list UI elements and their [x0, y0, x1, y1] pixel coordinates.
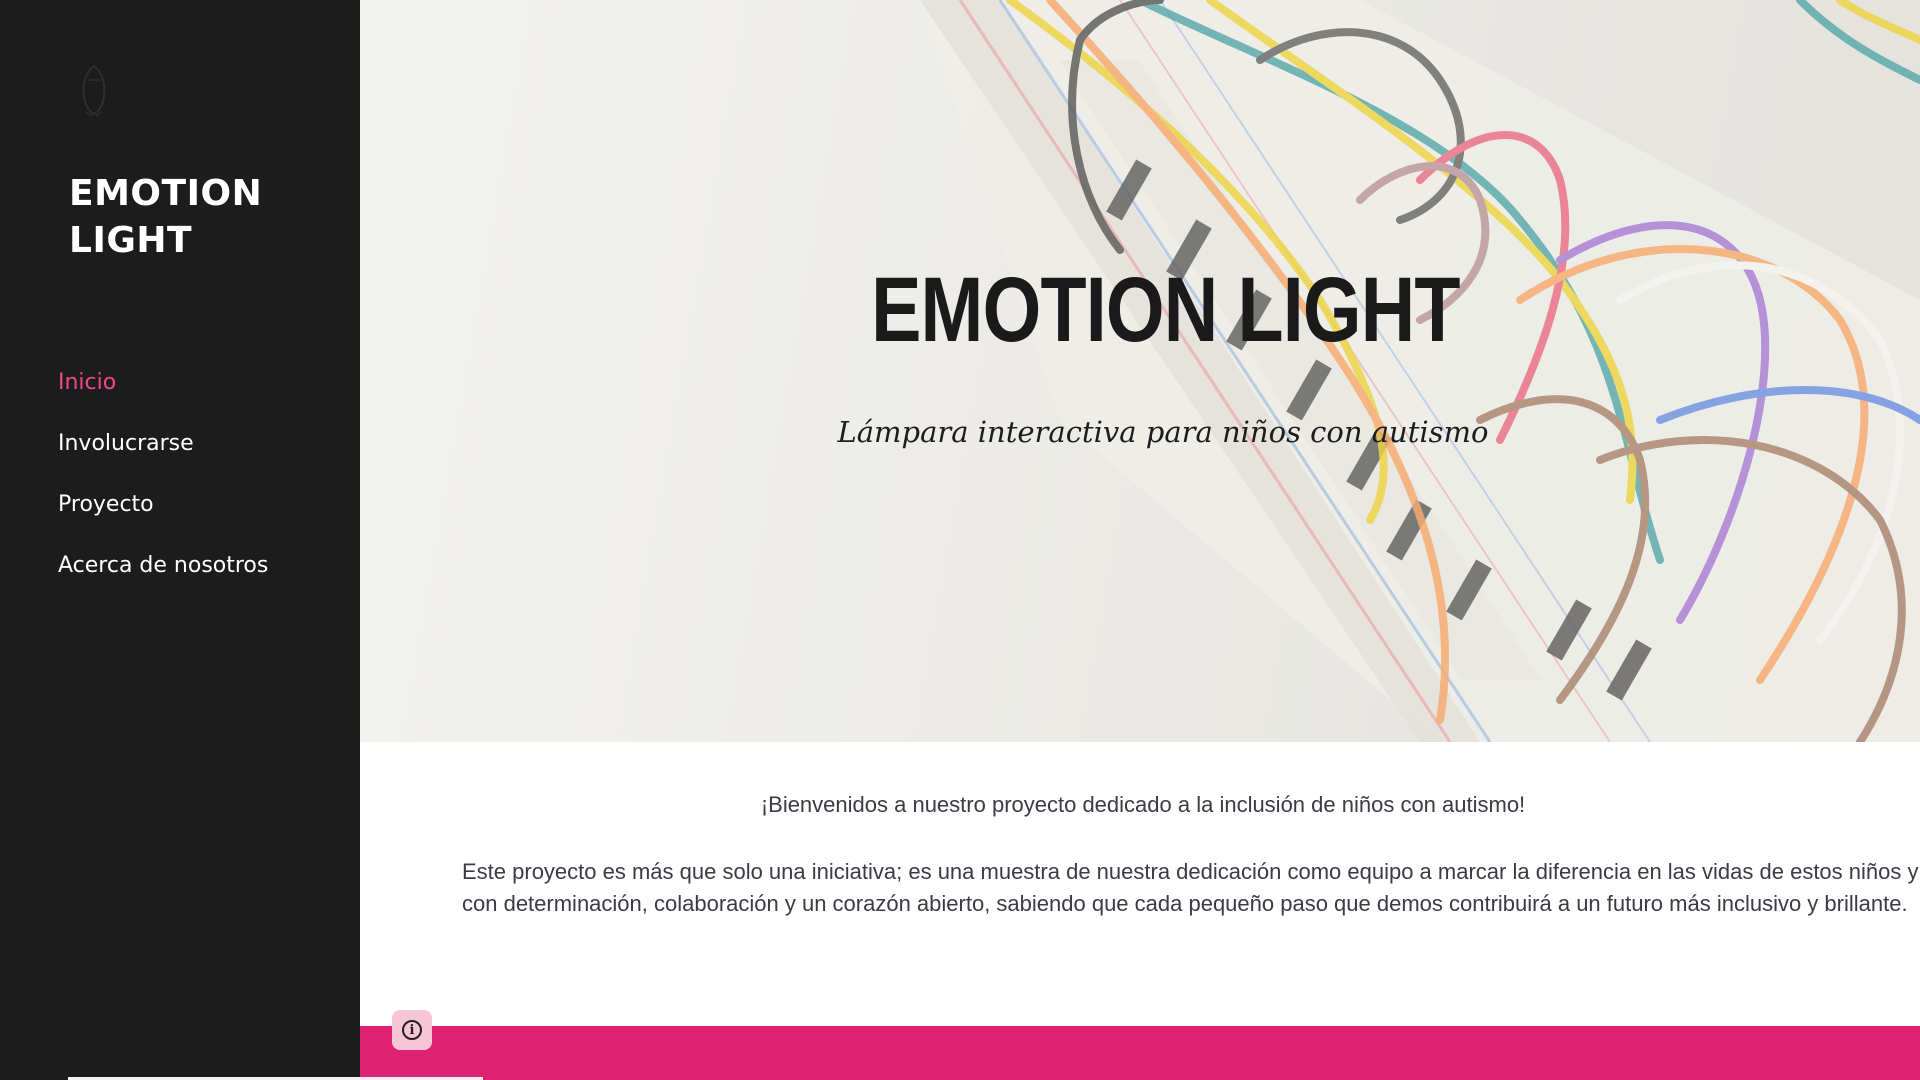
- footer-bar: [360, 1026, 1920, 1080]
- welcome-heading: ¡Bienvenidos a nuestro proyecto dedicado…: [760, 792, 1526, 817]
- intro-paragraph: Este proyecto es más que solo una inicia…: [462, 859, 1920, 916]
- info-button[interactable]: i: [392, 1010, 432, 1050]
- hero-title: EMOTION LIGHT: [871, 259, 1460, 361]
- hero-image: [360, 0, 1920, 742]
- main-nav: Inicio Involucrarse Proyecto Acerca de n…: [58, 368, 268, 612]
- sidebar: EMOTION LIGHT Inicio Involucrarse Proyec…: [0, 0, 360, 1080]
- page: EMOTION LIGHT Inicio Involucrarse Proyec…: [0, 0, 1920, 1080]
- intro-section: ¡Bienvenidos a nuestro proyecto dedicado…: [360, 742, 1920, 1026]
- info-icon: i: [402, 1020, 422, 1040]
- hero-subtitle: Lámpara interactiva para niños con autis…: [837, 415, 1489, 449]
- hero-banner: EMOTION LIGHT Lámpara interactiva para n…: [360, 0, 1920, 742]
- nav-item-acerca-de-nosotros[interactable]: Acerca de nosotros: [58, 551, 268, 612]
- nav-item-proyecto[interactable]: Proyecto: [58, 490, 268, 551]
- penguin-icon[interactable]: [74, 62, 114, 118]
- nav-item-inicio[interactable]: Inicio: [58, 368, 268, 429]
- site-title[interactable]: EMOTION LIGHT: [69, 170, 329, 264]
- nav-item-involucrarse[interactable]: Involucrarse: [58, 429, 268, 490]
